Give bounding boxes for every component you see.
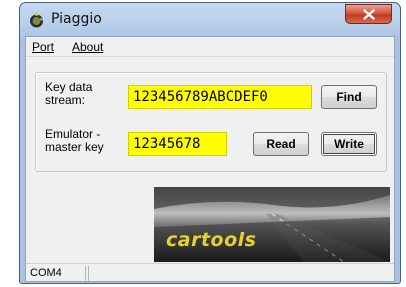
- key-data-label: Key data stream:: [45, 80, 93, 107]
- status-panel-empty: [88, 266, 393, 281]
- read-button[interactable]: Read: [253, 132, 309, 156]
- master-key-field[interactable]: 12345678: [128, 132, 227, 156]
- app-icon[interactable]: [28, 12, 45, 29]
- emulator-label: Emulator - master key: [45, 127, 104, 154]
- main-window: Piaggio Port About Key data stream: 1234…: [19, 2, 401, 284]
- status-bar: COM4: [26, 263, 394, 281]
- find-button[interactable]: Find: [321, 85, 377, 109]
- menu-bar: Port About: [26, 37, 394, 57]
- close-button[interactable]: [345, 4, 392, 24]
- menu-about[interactable]: About: [72, 40, 103, 54]
- cartools-banner: cartools: [154, 187, 390, 262]
- key-data-field[interactable]: 123456789ABCDEF0: [128, 85, 312, 109]
- client-area: Port About Key data stream: 123456789ABC…: [25, 36, 395, 282]
- banner-logo-text: cartools: [166, 229, 257, 251]
- close-icon: [362, 8, 375, 20]
- menu-port[interactable]: Port: [32, 40, 54, 54]
- window-title: Piaggio: [51, 11, 102, 27]
- status-port: COM4: [28, 266, 86, 281]
- write-button[interactable]: Write: [321, 132, 377, 156]
